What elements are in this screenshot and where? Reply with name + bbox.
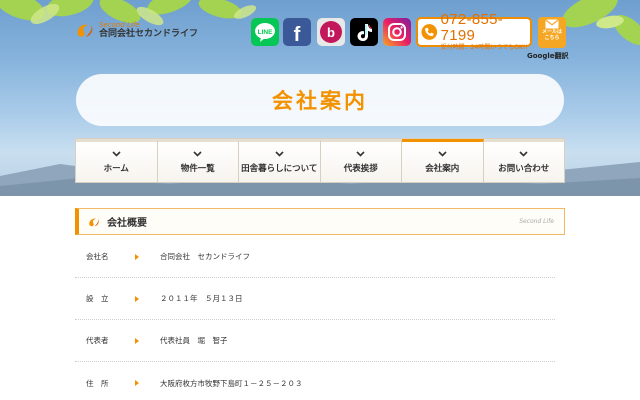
row-label: 設 立 xyxy=(86,294,109,303)
row-value: 代表社員 堀 智子 xyxy=(160,336,228,345)
chevron-down-icon xyxy=(356,150,365,157)
logo-text-jp: 合同会社セカンドライフ xyxy=(99,28,199,39)
google-translate-link[interactable]: Google翻訳 xyxy=(527,51,569,61)
phone-icon xyxy=(421,24,438,40)
table-row: 会社名 合同会社 セカンドライフ xyxy=(75,236,555,278)
row-value: ２０１１年 ５月１３日 xyxy=(160,294,243,303)
phone-number: 072-855-7199 xyxy=(440,11,504,44)
chevron-down-icon xyxy=(438,150,447,157)
facebook-icon-label: f xyxy=(293,24,301,46)
mail-button[interactable]: メールは こちら xyxy=(538,17,566,48)
chevron-down-icon xyxy=(193,150,202,157)
logo-mark-icon xyxy=(89,218,99,226)
nav-item-properties[interactable]: 物件一覧 xyxy=(157,139,239,182)
row-label: 代表者 xyxy=(86,336,109,345)
table-row: 設 立 ２０１１年 ５月１３日 xyxy=(75,278,555,320)
triangle-right-icon xyxy=(135,295,139,302)
nav-item-company[interactable]: 会社案内 xyxy=(402,139,484,182)
blog-icon[interactable]: b xyxy=(317,18,345,46)
nav-label: 物件一覧 xyxy=(180,163,215,174)
envelope-icon xyxy=(545,19,559,29)
tiktok-icon[interactable] xyxy=(350,18,378,46)
chevron-down-icon xyxy=(519,150,528,157)
nav-item-contact[interactable]: お問い合わせ xyxy=(483,139,564,182)
phone-contact-box[interactable]: 072-855-7199 受付時間：24時間いつでもOK!! xyxy=(416,12,532,51)
company-info-table: 会社名 合同会社 セカンドライフ 設 立 ２０１１年 ５月１３日 代表者 代表社… xyxy=(75,236,555,400)
nav-label: 代表挨拶 xyxy=(343,163,378,174)
line-icon-label: LINE xyxy=(258,29,273,36)
chevron-down-icon xyxy=(112,150,121,157)
line-icon[interactable]: LINE xyxy=(251,18,279,46)
nav-item-country-life[interactable]: 田舎暮らしについて xyxy=(239,139,321,182)
row-value: 大阪府枚方市牧野下島町１－２５－２０３ xyxy=(160,378,303,388)
page-title: 会社案内 xyxy=(272,89,368,113)
nav-label: 会社案内 xyxy=(425,163,460,174)
mail-label-line2: こちら xyxy=(544,35,560,41)
section-heading-overview: 会社概要 Second Life xyxy=(75,208,565,235)
nav-label: お問い合わせ xyxy=(498,163,550,174)
phone-hours: 受付時間：24時間いつでもOK!! xyxy=(440,44,528,51)
section-title: 会社概要 xyxy=(107,218,147,229)
logo-mark-icon xyxy=(77,24,93,37)
page-title-band: 会社案内 xyxy=(76,74,564,126)
chevron-down-icon xyxy=(275,150,284,157)
nav-item-greeting[interactable]: 代表挨拶 xyxy=(320,139,402,182)
triangle-right-icon xyxy=(135,380,139,386)
section-tag: Second Life xyxy=(519,218,554,225)
table-row: 代表者 代表社員 堀 智子 xyxy=(75,320,555,362)
blog-icon-label: b xyxy=(320,21,342,43)
triangle-right-icon xyxy=(135,337,139,344)
row-value: 合同会社 セカンドライフ xyxy=(160,252,250,261)
nav-item-home[interactable]: ホーム xyxy=(76,139,158,182)
site-logo[interactable]: Second Life 合同会社セカンドライフ xyxy=(74,18,204,42)
instagram-icon[interactable] xyxy=(383,18,411,46)
logo-text-en: Second Life xyxy=(99,20,140,29)
facebook-icon[interactable]: f xyxy=(283,18,311,46)
row-label: 会社名 xyxy=(86,252,109,261)
row-label: 住 所 xyxy=(86,378,109,388)
triangle-right-icon xyxy=(135,253,139,260)
nav-label: ホーム xyxy=(103,163,129,174)
global-nav: ホーム 物件一覧 田舎暮らしについて 代表挨拶 会社案内 お問い合わせ xyxy=(75,138,565,183)
nav-label: 田舎暮らしについて xyxy=(241,163,318,174)
table-row: 住 所 大阪府枚方市牧野下島町１－２５－２０３ xyxy=(75,362,555,400)
